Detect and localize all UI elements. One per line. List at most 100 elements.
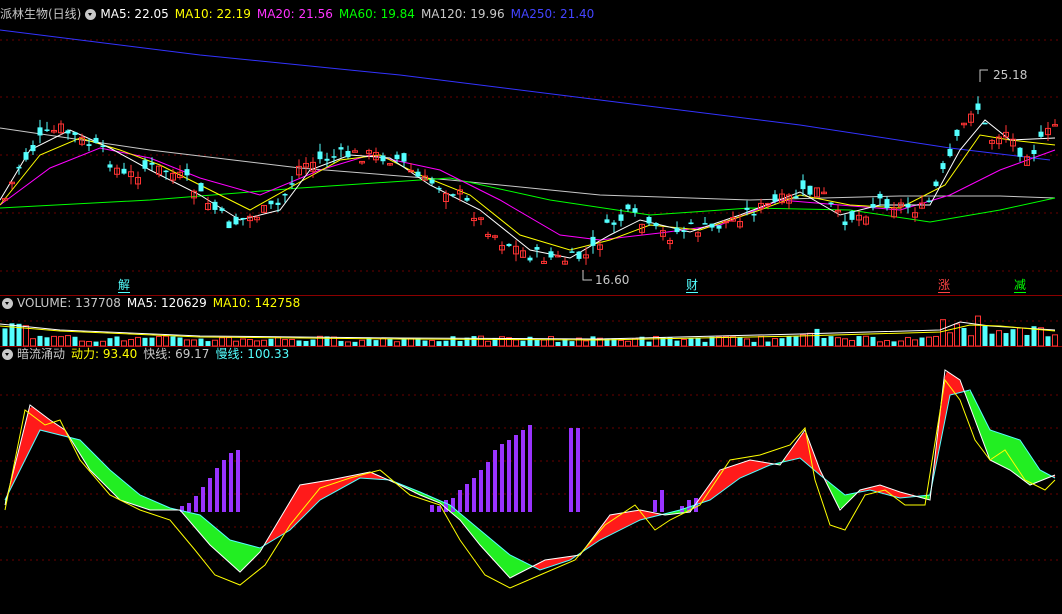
volume-bar — [814, 328, 820, 346]
volume-bar — [786, 336, 792, 346]
purple-histogram-bar — [444, 500, 448, 512]
volume-bar — [149, 337, 155, 346]
volume-bar — [247, 338, 253, 347]
volume-bar — [268, 338, 274, 346]
volume-bar — [681, 338, 687, 347]
volume-bar — [219, 337, 225, 347]
candle-body — [107, 164, 113, 168]
volume-bar — [702, 341, 708, 346]
candle-body — [429, 179, 435, 184]
bear-fill — [71, 437, 179, 511]
volume-bar — [352, 341, 358, 346]
candle-body — [226, 221, 232, 229]
candle-body — [527, 257, 533, 261]
purple-histogram-bar — [500, 444, 504, 512]
candle-body — [121, 168, 127, 174]
candle-body — [1031, 150, 1037, 155]
indicator-layer — [4, 369, 1056, 589]
candle-body — [100, 145, 106, 148]
candle-body — [464, 197, 470, 201]
volume-bar — [58, 336, 64, 347]
stock-chart-canvas[interactable]: 25.18 16.60 — [0, 0, 1062, 614]
purple-histogram-bar — [660, 490, 664, 512]
candle-body — [933, 181, 939, 187]
candle-body — [317, 151, 323, 160]
candle-body — [947, 148, 953, 157]
volume-bar — [408, 338, 414, 347]
volume-bar — [646, 341, 652, 346]
volume-bar — [674, 340, 680, 346]
volume-bar — [79, 340, 85, 347]
volume-bar — [303, 340, 309, 346]
volume-bar — [555, 341, 561, 346]
volume-bar — [548, 336, 554, 347]
candle-body — [282, 193, 288, 196]
candle-body — [940, 163, 946, 170]
volume-bar — [779, 338, 785, 346]
candle-body — [506, 243, 512, 247]
volume-bar — [387, 339, 393, 346]
purple-histogram-bar — [236, 450, 240, 512]
candle-body — [30, 145, 36, 152]
candle-body — [590, 236, 596, 246]
event-marker-jie[interactable]: 解 — [118, 278, 131, 293]
purple-histogram-bar — [465, 484, 469, 512]
volume-bar — [793, 336, 799, 346]
volume-bar — [926, 336, 932, 347]
volume-bar — [898, 340, 904, 347]
volume-bar — [296, 340, 302, 346]
volume-bar — [275, 336, 281, 347]
purple-histogram-bar — [208, 478, 212, 512]
candle-body — [646, 216, 652, 224]
volume-bar — [912, 339, 918, 347]
purple-histogram-bar — [521, 430, 525, 512]
candle-body — [16, 166, 22, 169]
candle-body — [877, 193, 883, 199]
event-marker-jian[interactable]: 减 — [1014, 278, 1027, 293]
volume-bar — [443, 340, 449, 346]
volume-bar — [842, 338, 848, 347]
volume-bar — [471, 336, 477, 346]
volume-bar — [65, 335, 71, 347]
purple-histogram-bar — [437, 506, 441, 512]
candle-body — [534, 247, 540, 250]
volume-bar — [415, 338, 421, 346]
ma20-line — [0, 147, 1056, 241]
candle-body — [870, 204, 876, 208]
candle-body — [86, 144, 92, 146]
volume-bar — [583, 340, 589, 347]
volume-bar — [478, 335, 484, 347]
event-marker-zhang[interactable]: 涨 — [938, 278, 951, 293]
purple-histogram-bar — [507, 440, 511, 512]
volume-bar — [422, 340, 428, 346]
volume-bar — [177, 337, 183, 346]
volume-bar — [933, 335, 939, 347]
purple-histogram-bar — [479, 470, 483, 512]
volume-bar — [940, 319, 946, 347]
high-price-label: 25.18 — [993, 68, 1027, 82]
candle-body — [681, 230, 687, 232]
purple-histogram-bar — [576, 428, 580, 512]
bull-fill — [785, 432, 827, 484]
purple-histogram-bar — [194, 496, 198, 512]
candle-body — [674, 227, 680, 233]
volume-bar — [205, 341, 211, 346]
candle-body — [569, 251, 575, 253]
ma250-line — [0, 29, 1051, 161]
volume-bar — [198, 338, 204, 346]
volume-bar — [632, 338, 638, 347]
volume-bar — [884, 340, 890, 347]
bull-fill — [584, 510, 665, 551]
volume-bar — [289, 338, 295, 347]
volume-bar — [835, 337, 841, 347]
bear-fill — [965, 390, 1052, 485]
candle-body — [709, 223, 715, 228]
candle-body — [380, 155, 386, 162]
volume-bar — [716, 336, 722, 347]
candle-body — [548, 251, 554, 258]
event-marker-cai[interactable]: 财 — [686, 278, 699, 293]
candle-body — [807, 185, 813, 195]
candle-body — [212, 201, 218, 210]
volume-bar — [380, 337, 386, 347]
volume-bar — [338, 340, 344, 346]
